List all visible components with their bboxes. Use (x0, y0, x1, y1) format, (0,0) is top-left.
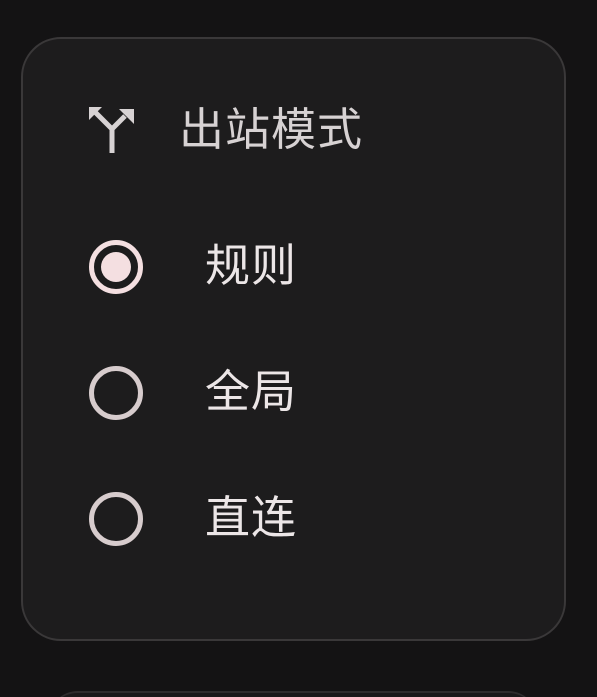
option-direct[interactable]: 直连 (23, 467, 564, 577)
card-header: 出站模式 (23, 39, 564, 229)
radio-button[interactable] (89, 366, 143, 420)
option-label: 全局 (205, 365, 298, 418)
option-rule[interactable]: 规则 (23, 215, 564, 325)
next-card-edge (48, 691, 538, 697)
radio-button[interactable] (89, 240, 143, 294)
option-global[interactable]: 全局 (23, 341, 564, 451)
outbound-mode-card: 出站模式 规则 全局 直连 (21, 37, 566, 641)
radio-button[interactable] (89, 492, 143, 546)
fork-arrows-icon (87, 105, 137, 155)
option-label: 直连 (205, 491, 298, 544)
card-title: 出站模式 (179, 103, 364, 156)
option-label: 规则 (205, 239, 298, 292)
